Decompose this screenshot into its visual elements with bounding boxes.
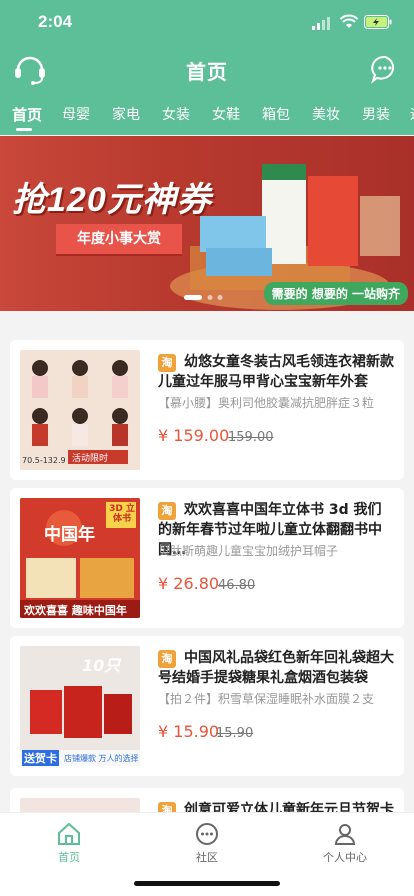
app-header: 2:04 首页 首页 母婴 家电 女装 女鞋 箱包 美妆 男装	[0, 0, 414, 135]
bottom-tab-bar: 首页 社区 个人中心	[0, 812, 414, 896]
banner-badge: 需要的 想要的 一站购齐	[263, 282, 408, 305]
page-title: 首页	[186, 60, 228, 84]
product-title: 中国风礼品袋红色新年回礼袋超大号结婚手提袋糖果礼盒烟酒包装袋	[158, 650, 394, 686]
tab-appliances[interactable]: 家电	[112, 104, 140, 124]
thumb-badge: 3D 立体书	[109, 504, 135, 524]
product-card[interactable]: 活动限时 70.5-132.9 淘 幼悠女童冬装古风毛领连衣裙新款儿童过年服马甲…	[10, 340, 404, 480]
tabbar-home-label: 首页	[58, 851, 80, 864]
thumb-caption: 欢欢喜喜 趣味中国年	[24, 604, 127, 617]
tabbar-profile-label: 个人中心	[323, 851, 367, 864]
product-old-price: 46.80	[218, 578, 256, 593]
tab-mens-clothing[interactable]: 男装	[362, 104, 390, 124]
status-bar: 2:04	[0, 10, 414, 36]
tab-bags[interactable]: 箱包	[262, 104, 290, 124]
tab-beauty[interactable]: 美妆	[312, 104, 340, 124]
thumb-caption: 送贺卡	[22, 750, 59, 766]
community-icon	[196, 823, 218, 845]
carousel-dots	[184, 295, 223, 300]
tab-home[interactable]: 首页	[12, 104, 42, 125]
signal-icon	[312, 17, 330, 30]
promo-banner[interactable]: 抢120元神券 年度小事大赏 需要的 想要的 一站购齐	[0, 136, 414, 311]
banner-ribbon: 年度小事大赏	[56, 224, 182, 254]
thumb-count: 10只	[82, 656, 121, 675]
product-card[interactable]: 10只 送贺卡 店铺爆款 万人的选择 淘 中国风礼品袋红色新年回礼袋超大号结婚手…	[10, 636, 404, 776]
tabbar-community-label: 社区	[196, 851, 218, 864]
category-tabs: 首页 母婴 家电 女装 女鞋 箱包 美妆 男装 运	[0, 104, 414, 134]
chat-icon[interactable]	[370, 54, 400, 84]
product-price: ¥ 26.80	[158, 574, 220, 593]
tab-baby[interactable]: 母婴	[62, 104, 90, 124]
active-tab-indicator	[16, 128, 32, 131]
tabbar-profile[interactable]: 个人中心	[300, 821, 390, 865]
product-subtitle: 【拍２件】积雪草保湿睡眠补水面膜２支	[158, 692, 375, 706]
wifi-icon	[340, 14, 358, 28]
product-subtitle: 贝肽斯萌趣儿童宝宝加绒护耳帽子	[158, 544, 339, 558]
status-time: 2:04	[38, 12, 73, 31]
product-image: 活动限时 70.5-132.9	[20, 350, 140, 470]
product-title: 幼悠女童冬装古风毛领连衣裙新款儿童过年服马甲背心宝宝新年外套	[158, 354, 394, 390]
thumb-note: 店铺爆款 万人的选择	[64, 754, 139, 763]
banner-headline: 抢120元神券	[12, 181, 212, 219]
tab-womens-shoes[interactable]: 女鞋	[212, 104, 240, 124]
product-image: 中国年 3D 立体书 欢欢喜喜 趣味中国年	[20, 498, 140, 618]
tabbar-community[interactable]: 社区	[162, 821, 252, 865]
home-icon	[58, 822, 80, 845]
battery-icon	[364, 15, 392, 29]
tabbar-home[interactable]: 首页	[24, 821, 114, 865]
tab-sports[interactable]: 运	[410, 104, 414, 124]
thumb-promo-text: 活动限时	[72, 454, 109, 464]
product-image: 10只 送贺卡 店铺爆款 万人的选择	[20, 646, 140, 766]
product-card[interactable]: 中国年 3D 立体书 欢欢喜喜 趣味中国年 淘 欢欢喜喜中国年立体书 3d 我们…	[10, 488, 404, 628]
product-old-price: 159.00	[228, 430, 274, 445]
product-price: ¥ 159.00	[158, 426, 230, 445]
thumb-title: 中国年	[44, 525, 95, 545]
home-indicator	[134, 881, 280, 886]
product-old-price: 15.90	[216, 726, 254, 741]
thumb-size-text: 70.5-132.9	[22, 456, 66, 465]
tab-womens-clothing[interactable]: 女装	[162, 104, 190, 124]
product-price: ¥ 15.90	[158, 722, 220, 741]
user-icon	[334, 824, 356, 845]
product-subtitle: 【慕小腰】奥利司他胶囊减抗肥胖症３粒	[158, 396, 375, 410]
